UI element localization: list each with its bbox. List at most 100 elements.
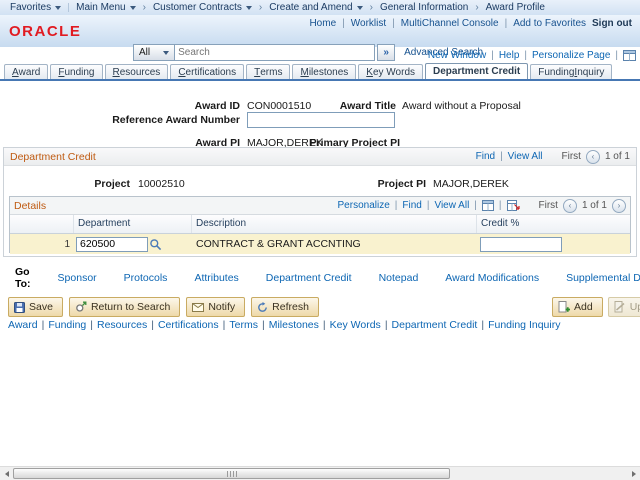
department-input[interactable] [76, 236, 148, 252]
footer-key-words-link[interactable]: Key Words [330, 319, 381, 331]
go-to-protocols-link[interactable]: Protocols [124, 272, 168, 284]
download-grid-icon[interactable] [506, 200, 520, 211]
tab-funding-inquiry[interactable]: Funding Inquiry [530, 64, 613, 79]
footer-funding-link[interactable]: Funding [48, 319, 86, 331]
go-to-award-modifications-link[interactable]: Award Modifications [445, 272, 539, 284]
footer-links: Award | Funding | Resources | Certification… [8, 319, 560, 331]
search-scope-dropdown[interactable]: All [133, 44, 176, 61]
row-number-column-header [10, 215, 74, 233]
tab-key-words[interactable]: Key Words [358, 64, 424, 79]
search-go-button[interactable]: » [377, 44, 396, 61]
tab-award[interactable]: Award [4, 64, 49, 79]
footer-milestones-link[interactable]: Milestones [269, 319, 319, 331]
breadcrumb-separator: › [142, 2, 146, 13]
home-link[interactable]: Home [309, 18, 336, 29]
personalize-link[interactable]: Personalize [338, 200, 390, 211]
update-display-button[interactable]: Update [607, 297, 640, 317]
details-grid: Details Personalize | Find | View All | … [9, 196, 631, 254]
tab-funding[interactable]: Funding [50, 64, 103, 79]
find-link[interactable]: Find [476, 151, 495, 162]
breadcrumb-general-information[interactable]: General Information [380, 2, 468, 13]
multichannel-console-link[interactable]: MultiChannel Console [401, 18, 499, 29]
add-button[interactable]: Add [552, 297, 603, 317]
scroll-right-icon[interactable] [627, 467, 640, 480]
go-to-department-credit-link[interactable]: Department Credit [266, 272, 352, 284]
grid-title: Details [14, 199, 47, 212]
go-to-supplemental-data-link[interactable]: Supplemental Data [566, 272, 640, 284]
separator: | [151, 319, 154, 331]
view-all-link[interactable]: View All [434, 200, 469, 211]
breadcrumb-divider [68, 3, 70, 12]
breadcrumb-favorites[interactable]: Favorites [10, 2, 62, 13]
find-link[interactable]: Find [402, 200, 421, 211]
breadcrumb-label: General Information [379, 2, 469, 13]
breadcrumb-customer-contracts[interactable]: Customer Contracts [153, 2, 252, 13]
separator: | [322, 319, 326, 331]
credit-pct-input[interactable] [480, 236, 562, 252]
footer-resources-link[interactable]: Resources [97, 319, 147, 331]
next-row-icon[interactable]: › [612, 198, 626, 213]
page-bar: New Window | Help | Personalize Page | [428, 50, 636, 61]
go-to-row: Go To: Sponsor Protocols Attributes Depa… [15, 266, 640, 290]
description-cell: CONTRACT & GRANT ACCNTING [196, 238, 361, 250]
breadcrumb-create-and-amend[interactable]: Create and Amend [269, 2, 363, 13]
breadcrumb-main-menu[interactable]: Main Menu [76, 2, 136, 13]
separator: | [504, 18, 508, 29]
reference-award-number-label: Reference Award Number [112, 114, 240, 126]
add-to-favorites-link[interactable]: Add to Favorites [513, 18, 586, 29]
row-position: 1 of 1 [581, 200, 607, 211]
header-links: Home | Worklist | MultiChannel Console |… [309, 18, 632, 29]
footer-department-credit-link[interactable]: Department Credit [392, 319, 478, 331]
tab-department-credit[interactable]: Department Credit [425, 63, 529, 79]
tab-certifications[interactable]: Certifications [170, 64, 245, 79]
footer-terms-link[interactable]: Terms [229, 319, 258, 331]
help-link[interactable]: Help [499, 50, 520, 61]
breadcrumb: Favorites Main Menu › Customer Contracts… [0, 0, 640, 16]
scroll-left-icon[interactable] [0, 467, 13, 480]
view-all-link[interactable]: View All [508, 151, 543, 162]
notify-icon [192, 302, 205, 312]
department-column-header: Department [74, 215, 192, 233]
notify-button[interactable]: Notify [186, 297, 246, 317]
oracle-logo: ORACLE [9, 23, 82, 40]
separator: | [481, 319, 485, 331]
sign-out-link[interactable]: Sign out [592, 18, 632, 29]
breadcrumb-label: Award Profile [485, 2, 545, 13]
footer-certifications-link[interactable]: Certifications [158, 319, 219, 331]
project-value: 10002510 [138, 178, 185, 190]
return-to-search-button[interactable]: Return to Search [68, 297, 181, 317]
breadcrumb-label: Main Menu [76, 2, 126, 13]
breadcrumb-label: Favorites [10, 2, 52, 13]
worklist-link[interactable]: Worklist [351, 18, 386, 29]
zoom-grid-icon[interactable] [481, 200, 494, 211]
project-label: Project [94, 178, 130, 190]
reference-award-number-input[interactable] [247, 112, 395, 128]
personalize-layout-icon[interactable] [623, 50, 636, 61]
credit-pct-cell [477, 236, 630, 252]
award-title-label: Award Title [339, 100, 396, 112]
go-to-attributes-link[interactable]: Attributes [194, 272, 238, 284]
personalize-page-link[interactable]: Personalize Page [532, 50, 610, 61]
chevron-down-icon [356, 5, 363, 10]
footer-award-link[interactable]: Award [8, 319, 38, 331]
refresh-button[interactable]: Refresh [251, 297, 319, 317]
tab-terms[interactable]: Terms [246, 64, 291, 79]
go-to-notepad-link[interactable]: Notepad [379, 272, 419, 284]
breadcrumb-separator: › [475, 2, 479, 13]
save-button[interactable]: Save [8, 297, 63, 317]
separator: | [474, 200, 477, 211]
breadcrumb-award-profile[interactable]: Award Profile [486, 2, 545, 13]
scrollbar-thumb[interactable] [13, 468, 450, 479]
footer-funding-inquiry-link[interactable]: Funding Inquiry [488, 319, 560, 331]
new-window-link[interactable]: New Window [428, 50, 486, 61]
horizontal-scrollbar[interactable] [0, 466, 640, 480]
search-input[interactable] [175, 44, 376, 61]
tab-milestones[interactable]: Milestones [292, 64, 357, 79]
breadcrumb-separator: › [369, 2, 373, 13]
tab-resources[interactable]: Resources [104, 64, 169, 79]
go-to-sponsor-link[interactable]: Sponsor [58, 272, 97, 284]
previous-row-icon[interactable]: ‹ [585, 149, 600, 164]
previous-row-icon[interactable]: ‹ [562, 198, 577, 213]
lookup-magnifier-icon[interactable] [149, 238, 162, 251]
separator: | [615, 50, 618, 61]
